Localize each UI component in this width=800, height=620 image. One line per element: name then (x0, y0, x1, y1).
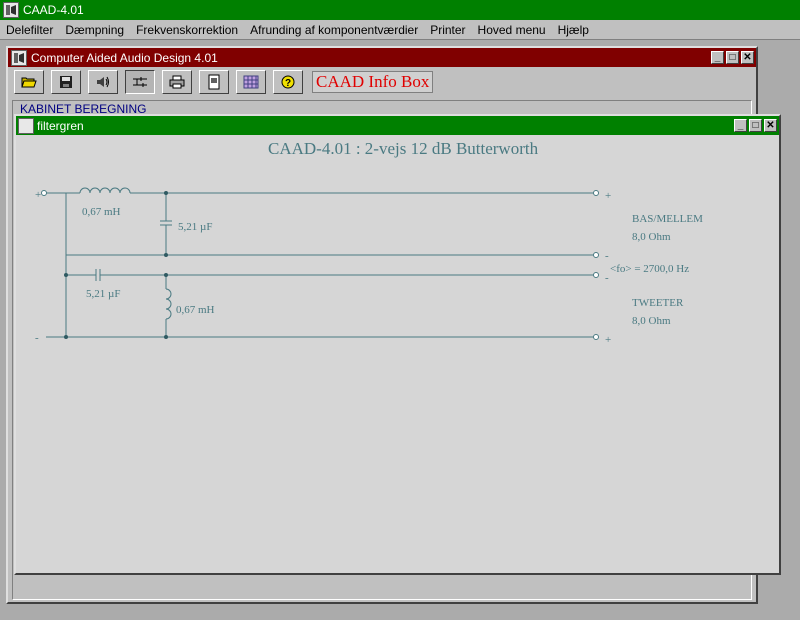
grid-button[interactable] (236, 70, 266, 94)
l1-label: 0,67 mH (82, 206, 121, 218)
toolbar: ? CAAD Info Box (14, 70, 434, 94)
minimize-button[interactable]: _ (711, 51, 724, 64)
filter-window-title: filtergren (37, 118, 84, 133)
maximize-button[interactable]: □ (726, 51, 739, 64)
menu-delefilter[interactable]: Delefilter (0, 23, 59, 37)
c1-label: 5,21 µF (178, 221, 212, 233)
help-button[interactable]: ? (273, 70, 303, 94)
filter-window: filtergren _ □ ✕ CAAD-4.01 : 2-vejs 12 d… (14, 114, 781, 575)
printer-icon (169, 75, 185, 89)
save-icon (60, 76, 72, 88)
input-minus: - (35, 332, 39, 344)
document-button[interactable] (199, 70, 229, 94)
app-title: CAAD-4.01 (23, 3, 84, 17)
input-plus: + (35, 189, 41, 201)
minimize-icon: _ (737, 119, 744, 131)
circuit-diagram: CAAD-4.01 : 2-vejs 12 dB Butterworth + -… (35, 139, 703, 346)
menu-hjaelp[interactable]: Hjælp (552, 23, 595, 37)
circuit-heading: CAAD-4.01 : 2-vejs 12 dB Butterworth (268, 139, 539, 158)
l2-label: 0,67 mH (176, 304, 215, 316)
app-titlebar[interactable]: CAAD-4.01 (0, 0, 800, 20)
open-folder-icon (21, 77, 37, 88)
crossover-frequency: <fo> = 2700,0 Hz (610, 263, 689, 275)
filter-button[interactable] (125, 70, 155, 94)
bass-impedance: 8,0 Ohm (632, 231, 671, 243)
main-window-title: Computer Aided Audio Design 4.01 (31, 50, 218, 65)
maximize-icon: □ (752, 119, 759, 131)
close-icon: ✕ (766, 119, 775, 131)
tweeter-impedance: 8,0 Ohm (632, 315, 671, 327)
menu-bar: Delefilter Dæmpning Frekvenskorrektion A… (0, 20, 800, 40)
filter-window-titlebar[interactable]: filtergren _ □ ✕ (16, 116, 779, 135)
bass-name: BAS/MELLEM (632, 213, 703, 225)
filter-minimize-button[interactable]: _ (734, 119, 747, 132)
speaker-button[interactable] (88, 70, 118, 94)
filter-maximize-button[interactable]: □ (749, 119, 762, 132)
circuit-terminals (41, 190, 599, 340)
tweeter-name: TWEETER (632, 297, 684, 309)
menu-afrunding[interactable]: Afrunding af komponentværdier (244, 23, 424, 37)
maximize-icon: □ (729, 51, 736, 63)
app-icon[interactable] (3, 2, 19, 18)
speaker-icon (97, 76, 109, 88)
bass-plus: + (605, 190, 611, 202)
menu-frekvenskorrektion[interactable]: Frekvenskorrektion (130, 23, 244, 37)
menu-daempning[interactable]: Dæmpning (59, 23, 130, 37)
save-button[interactable] (51, 70, 81, 94)
print-button[interactable] (162, 70, 192, 94)
tweeter-minus: - (605, 272, 609, 284)
menu-hoved[interactable]: Hoved menu (472, 23, 552, 37)
menu-printer[interactable]: Printer (424, 23, 471, 37)
minimize-icon: _ (714, 51, 721, 63)
bass-minus: - (605, 250, 609, 262)
close-icon: ✕ (743, 51, 752, 63)
filter-icon (133, 77, 147, 87)
help-icon: ? (281, 75, 295, 89)
circuit-wires (46, 187, 596, 338)
grid-icon (243, 75, 259, 89)
c2-label: 5,21 µF (86, 288, 120, 300)
filter-close-button[interactable]: ✕ (764, 119, 777, 132)
caad-info-box[interactable]: CAAD Info Box (312, 71, 434, 93)
document-icon (208, 74, 220, 90)
svg-text:?: ? (285, 78, 291, 89)
open-button[interactable] (14, 70, 44, 94)
close-button[interactable]: ✕ (741, 51, 754, 64)
tweeter-plus: + (605, 334, 611, 346)
window-icon[interactable] (11, 49, 27, 66)
main-window-titlebar[interactable]: Computer Aided Audio Design 4.01 _ □ ✕ (8, 48, 756, 67)
filter-window-icon[interactable] (18, 117, 34, 134)
